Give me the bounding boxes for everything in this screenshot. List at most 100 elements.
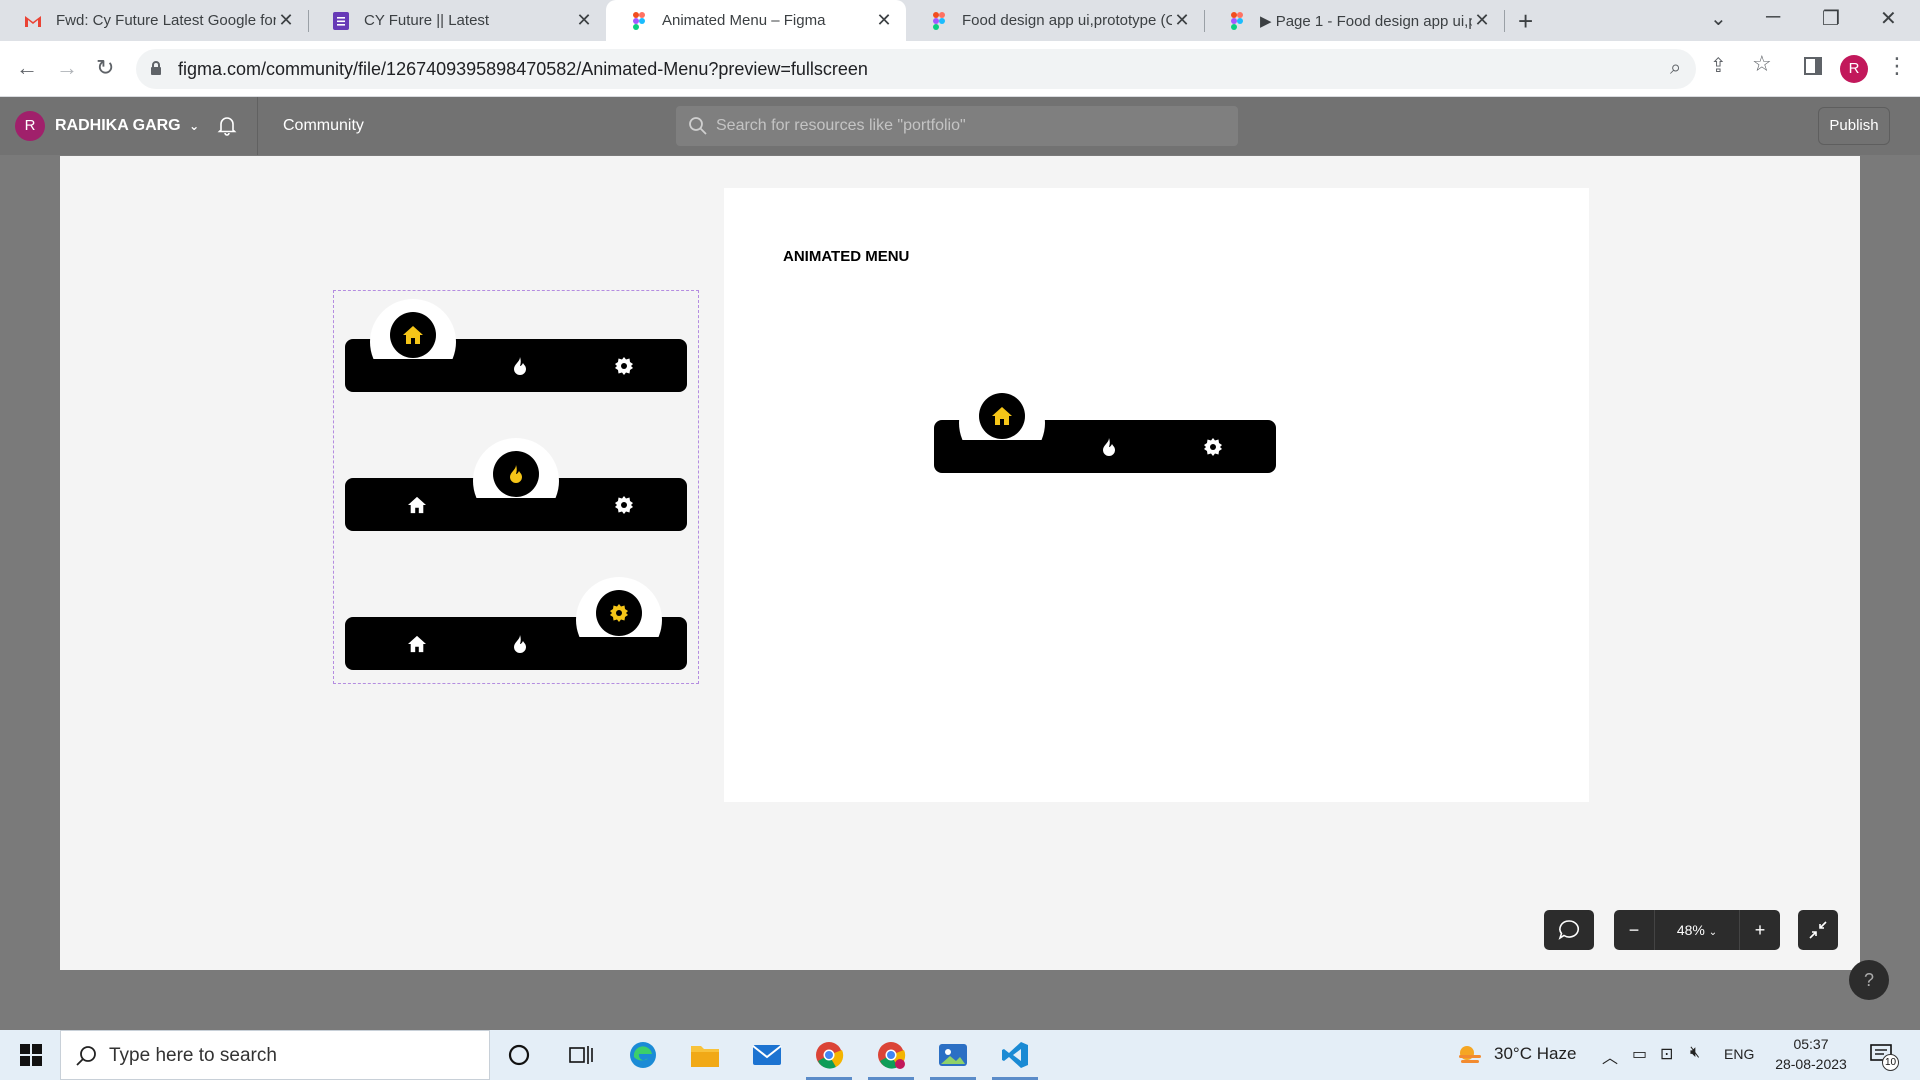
close-tab-icon[interactable]: ✕ bbox=[874, 10, 894, 31]
fire-icon[interactable] bbox=[508, 632, 532, 656]
chevron-down-icon: ⌄ bbox=[189, 119, 200, 133]
tab-search-icon[interactable]: ⌄ bbox=[1710, 6, 1727, 31]
user-menu[interactable]: RADHIKA GARG ⌄ bbox=[55, 117, 199, 135]
gear-icon[interactable] bbox=[612, 354, 636, 378]
menu-variant-home-active[interactable] bbox=[345, 299, 687, 392]
search-icon bbox=[76, 1046, 96, 1066]
active-bubble[interactable] bbox=[390, 312, 436, 358]
collapse-icon bbox=[1809, 921, 1827, 939]
tab-animated-menu[interactable]: Animated Menu – Figma ✕ bbox=[606, 0, 906, 41]
home-icon bbox=[992, 407, 1012, 425]
gear-icon bbox=[610, 604, 628, 622]
tab-forms[interactable]: CY Future || Latest ✕ bbox=[308, 0, 606, 41]
home-icon bbox=[403, 326, 423, 344]
menu-variants-component-set[interactable] bbox=[333, 290, 699, 684]
tab-separator bbox=[1504, 10, 1505, 32]
menu-variant-fire-active[interactable] bbox=[345, 438, 687, 531]
browser-tab-strip: Fwd: Cy Future Latest Google for ✕ CY Fu… bbox=[0, 0, 1920, 41]
lock-icon bbox=[151, 61, 161, 75]
nav-community[interactable]: Community bbox=[283, 117, 364, 135]
user-avatar[interactable]: R bbox=[15, 111, 45, 141]
notification-center-icon[interactable]: 10 bbox=[1866, 1038, 1900, 1072]
zoom-out-button[interactable]: − bbox=[1614, 920, 1654, 941]
minimize-icon[interactable]: ─ bbox=[1766, 6, 1780, 29]
photos-icon[interactable] bbox=[936, 1038, 970, 1072]
animated-menu-instance[interactable] bbox=[934, 380, 1276, 473]
tab-food-design-page[interactable]: ▶ Page 1 - Food design app ui,p ✕ bbox=[1204, 0, 1504, 41]
notification-count-badge: 10 bbox=[1882, 1054, 1899, 1071]
chevron-up-icon[interactable]: ︿ bbox=[1602, 1044, 1618, 1068]
figma-icon bbox=[630, 11, 648, 30]
restore-icon[interactable]: ❐ bbox=[1822, 6, 1840, 31]
active-bubble[interactable] bbox=[596, 590, 642, 636]
browser-profile-avatar[interactable]: R bbox=[1840, 55, 1868, 83]
cortana-icon[interactable] bbox=[502, 1038, 536, 1072]
volume-muted-icon[interactable]: 🔇︎ bbox=[1690, 1044, 1700, 1062]
back-icon[interactable]: ← bbox=[16, 55, 38, 81]
tab-food-design-prototype[interactable]: Food design app ui,prototype (C ✕ bbox=[906, 0, 1204, 41]
gear-icon[interactable] bbox=[612, 493, 636, 517]
figma-canvas[interactable]: ANIMATED MENU − 48% ⌄ + bbox=[60, 156, 1860, 970]
active-bubble[interactable] bbox=[979, 393, 1025, 439]
taskbar-search-input[interactable]: Type here to search bbox=[60, 1030, 490, 1080]
zoom-level-dropdown[interactable]: 48% ⌄ bbox=[1655, 922, 1739, 938]
figma-icon bbox=[1228, 11, 1246, 30]
comment-icon bbox=[1558, 920, 1580, 940]
windows-start-icon[interactable] bbox=[14, 1038, 48, 1072]
forward-icon[interactable]: → bbox=[56, 55, 78, 81]
close-tab-icon[interactable]: ✕ bbox=[1472, 10, 1492, 31]
vscode-icon[interactable] bbox=[998, 1038, 1032, 1072]
battery-icon[interactable]: ▭ bbox=[1632, 1044, 1647, 1064]
gear-icon[interactable] bbox=[1201, 435, 1225, 459]
menu-variant-gear-active[interactable] bbox=[345, 577, 687, 670]
new-tab-button[interactable]: + bbox=[1518, 6, 1533, 37]
fire-icon[interactable] bbox=[1097, 435, 1121, 459]
task-view-icon[interactable] bbox=[564, 1038, 598, 1072]
windows-taskbar: Type here to search 30°C Haze ︿ ▭ ⊡ 🔇︎ E… bbox=[0, 1030, 1920, 1080]
zoom-in-button[interactable]: + bbox=[1740, 920, 1780, 941]
forms-icon bbox=[332, 11, 350, 30]
file-explorer-icon[interactable] bbox=[688, 1038, 722, 1072]
chrome-profile-icon[interactable] bbox=[874, 1038, 908, 1072]
close-window-icon[interactable]: ✕ bbox=[1880, 6, 1897, 31]
taskbar-search-placeholder: Type here to search bbox=[109, 1045, 277, 1066]
share-icon[interactable]: ⇪ bbox=[1710, 53, 1727, 78]
chrome-icon[interactable] bbox=[812, 1038, 846, 1072]
reload-icon[interactable]: ↻ bbox=[96, 55, 114, 81]
network-icon[interactable]: ⊡ bbox=[1660, 1044, 1673, 1064]
resource-search-input[interactable]: Search for resources like "portfolio" bbox=[676, 106, 1238, 146]
bookmark-star-icon[interactable]: ☆ bbox=[1752, 51, 1772, 77]
tab-gmail[interactable]: Fwd: Cy Future Latest Google for ✕ bbox=[0, 0, 308, 41]
browser-menu-icon[interactable]: ⋮ bbox=[1886, 53, 1908, 79]
frame-title: ANIMATED MENU bbox=[783, 248, 910, 265]
edge-icon[interactable] bbox=[626, 1038, 660, 1072]
omnibox[interactable]: figma.com/community/file/126740939589847… bbox=[136, 49, 1696, 89]
gmail-icon bbox=[24, 12, 42, 30]
animated-menu-frame[interactable]: ANIMATED MENU bbox=[724, 188, 1589, 802]
search-icon bbox=[689, 117, 707, 135]
exit-fullscreen-button[interactable] bbox=[1798, 910, 1838, 950]
home-icon[interactable] bbox=[405, 493, 429, 517]
home-icon[interactable] bbox=[405, 632, 429, 656]
publish-button[interactable]: Publish bbox=[1818, 107, 1890, 145]
system-clock[interactable]: 05:37 28-08-2023 bbox=[1766, 1034, 1856, 1074]
close-tab-icon[interactable]: ✕ bbox=[1172, 10, 1192, 31]
comment-button[interactable] bbox=[1544, 910, 1594, 950]
clock-time: 05:37 bbox=[1793, 1036, 1829, 1052]
active-bubble[interactable] bbox=[493, 451, 539, 497]
bell-icon[interactable] bbox=[216, 114, 238, 136]
close-tab-icon[interactable]: ✕ bbox=[276, 10, 296, 31]
side-panel-icon[interactable] bbox=[1804, 57, 1822, 75]
url-text[interactable]: figma.com/community/file/126740939589847… bbox=[178, 59, 868, 80]
search-icon[interactable]: ⌕ bbox=[1670, 57, 1681, 80]
mail-icon[interactable] bbox=[750, 1038, 784, 1072]
help-button[interactable]: ? bbox=[1849, 960, 1889, 1000]
language-indicator[interactable]: ENG bbox=[1724, 1046, 1754, 1062]
weather-icon[interactable] bbox=[1452, 1038, 1486, 1072]
zoom-control-group: − 48% ⌄ + bbox=[1614, 910, 1780, 950]
header-divider bbox=[257, 97, 258, 155]
fire-icon[interactable] bbox=[508, 354, 532, 378]
figma-icon bbox=[930, 11, 948, 30]
weather-text[interactable]: 30°C Haze bbox=[1494, 1044, 1576, 1064]
close-tab-icon[interactable]: ✕ bbox=[574, 10, 594, 31]
